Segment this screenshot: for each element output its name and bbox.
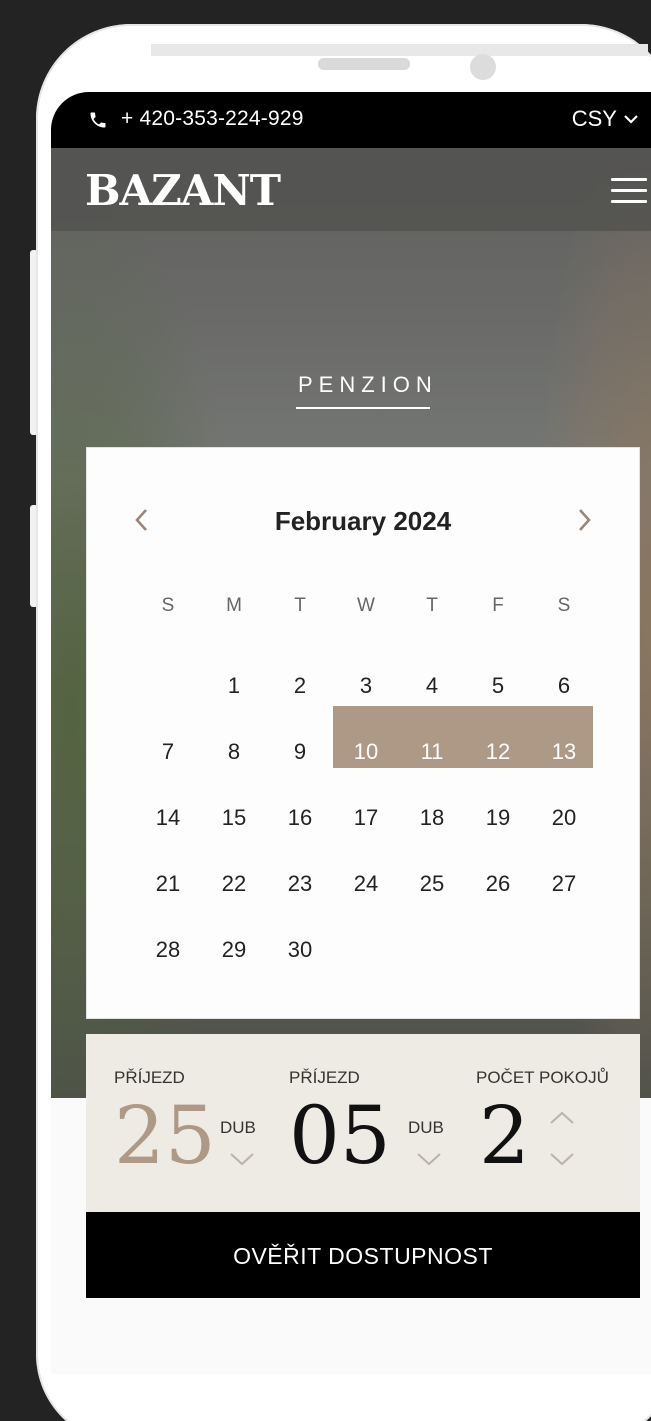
chevron-down-icon[interactable] bbox=[416, 1151, 442, 1167]
device-stage: + 420-353-224-929 CSY BAZANT PENZION Feb… bbox=[0, 0, 651, 1421]
phone-frame: + 420-353-224-929 CSY BAZANT PENZION Feb… bbox=[36, 24, 651, 1421]
calendar-month-title: February 2024 bbox=[274, 506, 452, 536]
chevron-down-icon[interactable] bbox=[229, 1151, 255, 1167]
calendar-day[interactable]: 20 bbox=[531, 801, 597, 835]
chevron-down-icon bbox=[624, 115, 638, 124]
calendar-day[interactable]: 21 bbox=[135, 867, 201, 901]
calendar-day[interactable]: 15 bbox=[201, 801, 267, 835]
calendar-day[interactable]: 8 bbox=[201, 735, 267, 769]
calendar-day[interactable]: 23 bbox=[267, 867, 333, 901]
calendar-day[interactable]: 5 bbox=[465, 669, 531, 703]
calendar-day[interactable]: 6 bbox=[531, 669, 597, 703]
calendar-day[interactable]: 27 bbox=[531, 867, 597, 901]
phone-top-strip bbox=[151, 44, 648, 56]
phone-camera bbox=[470, 54, 496, 80]
calendar-day[interactable]: 26 bbox=[465, 867, 531, 901]
check-availability-button[interactable]: OVĚŘIT DOSTUPNOST bbox=[86, 1212, 640, 1298]
section-label: PENZION bbox=[298, 372, 438, 397]
phone-number-link[interactable]: + 420-353-224-929 bbox=[121, 107, 304, 131]
weekday-label: F bbox=[492, 595, 504, 616]
weekday-label: M bbox=[226, 595, 242, 616]
departure-day[interactable]: 05 bbox=[289, 1086, 391, 1186]
calendar-day[interactable]: 25 bbox=[399, 867, 465, 901]
screen: + 420-353-224-929 CSY BAZANT PENZION Feb… bbox=[51, 92, 651, 1374]
chevron-down-icon[interactable] bbox=[549, 1151, 575, 1167]
weekday-label: T bbox=[294, 595, 306, 616]
calendar-day[interactable]: 28 bbox=[135, 933, 201, 967]
calendar-day[interactable]: 7 bbox=[135, 735, 201, 769]
calendar-day[interactable]: 29 bbox=[201, 933, 267, 967]
chevron-right-icon[interactable] bbox=[573, 504, 597, 536]
top-bar: + 420-353-224-929 CSY bbox=[51, 92, 651, 148]
arrival-month: DUB bbox=[220, 1118, 256, 1137]
calendar-day[interactable]: 14 bbox=[135, 801, 201, 835]
arrival-label: PŘÍJEZD bbox=[114, 1068, 185, 1087]
calendar-day-selected[interactable]: 12 bbox=[465, 735, 531, 769]
weekday-label: W bbox=[357, 595, 375, 616]
arrival-day[interactable]: 25 bbox=[114, 1086, 216, 1186]
language-selector[interactable]: CSY bbox=[572, 106, 639, 132]
calendar-day-selected[interactable]: 11 bbox=[399, 735, 465, 769]
calendar-day[interactable]: 1 bbox=[201, 669, 267, 703]
weekday-label: S bbox=[161, 595, 175, 616]
calendar-day[interactable]: 9 bbox=[267, 735, 333, 769]
calendar-day[interactable]: 3 bbox=[333, 669, 399, 703]
rooms-label: POČET POKOJŮ bbox=[476, 1068, 609, 1087]
departure-month: DUB bbox=[408, 1118, 444, 1137]
site-logo[interactable]: BAZANT bbox=[85, 166, 281, 215]
calendar-day-selected[interactable]: 10 bbox=[333, 735, 399, 769]
weekday-label: T bbox=[426, 595, 438, 616]
departure-label: PŘÍJEZD bbox=[289, 1068, 360, 1087]
calendar-day[interactable]: 19 bbox=[465, 801, 531, 835]
calendar-day[interactable]: 24 bbox=[333, 867, 399, 901]
phone-speaker bbox=[318, 58, 410, 70]
hamburger-menu-icon[interactable] bbox=[611, 178, 647, 204]
calendar-day[interactable]: 2 bbox=[267, 669, 333, 703]
weekday-label: S bbox=[557, 595, 571, 616]
calendar-day[interactable]: 30 bbox=[267, 933, 333, 967]
chevron-up-icon[interactable] bbox=[549, 1110, 575, 1126]
rooms-count[interactable]: 2 bbox=[479, 1086, 530, 1186]
calendar-day-selected[interactable]: 13 bbox=[531, 735, 597, 769]
calendar-day[interactable]: 17 bbox=[333, 801, 399, 835]
section-underline bbox=[296, 407, 430, 409]
calendar-day[interactable]: 18 bbox=[399, 801, 465, 835]
calendar-day[interactable]: 16 bbox=[267, 801, 333, 835]
calendar-day[interactable]: 22 bbox=[201, 867, 267, 901]
calendar-day[interactable]: 4 bbox=[399, 669, 465, 703]
language-label: CSY bbox=[571, 106, 617, 131]
phone-icon bbox=[90, 112, 106, 128]
date-picker-calendar: February 2024 SMTWTFS 1 2 3 4 5 6 7 8 9 10 11 12 13 1… bbox=[86, 447, 640, 1019]
booking-panel: PŘÍJEZD 25 DUB PŘÍJEZD 05 DUB POČET POKO… bbox=[86, 1034, 640, 1212]
